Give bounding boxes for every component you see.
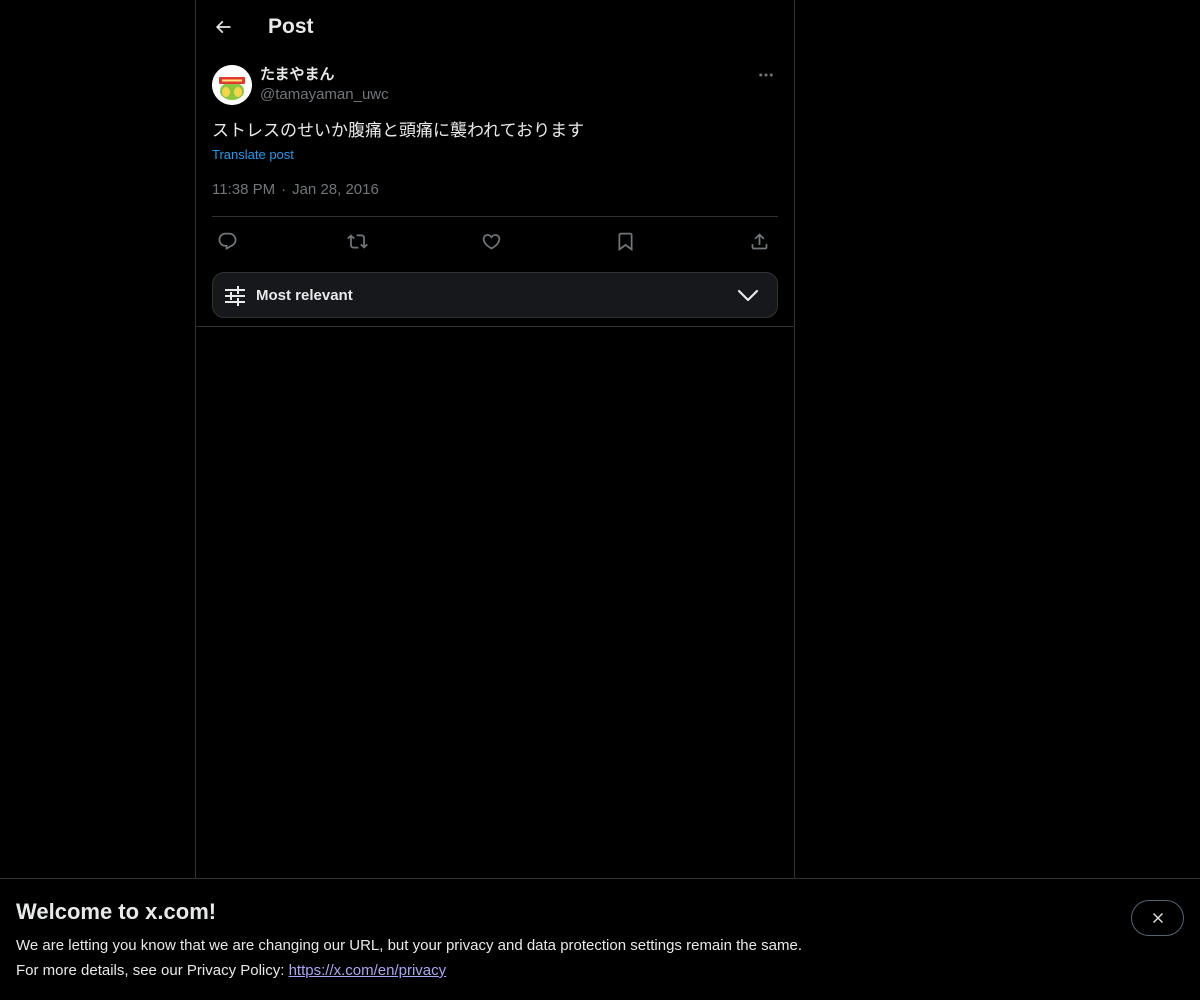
- author-name[interactable]: たまやまん: [260, 64, 335, 86]
- avatar[interactable]: [212, 65, 252, 105]
- meta-separator: ·: [281, 181, 287, 198]
- sort-replies-dropdown[interactable]: Most relevant: [212, 272, 778, 318]
- welcome-banner: Welcome to x.com! We are letting you kno…: [0, 878, 1200, 1000]
- section-divider: [196, 326, 794, 327]
- repost-icon: [346, 233, 368, 249]
- author-handle[interactable]: @tamayaman_uwc: [260, 85, 389, 105]
- top-bar: Post: [196, 0, 794, 54]
- banner-close-button[interactable]: [1131, 900, 1184, 936]
- more-button[interactable]: [754, 64, 778, 86]
- back-button[interactable]: [206, 10, 240, 44]
- action-bar: [212, 226, 778, 256]
- repost-button[interactable]: [342, 226, 372, 256]
- sort-label: Most relevant: [256, 287, 353, 304]
- post-date[interactable]: Jan 28, 2016: [292, 181, 379, 198]
- avatar-image: [212, 65, 252, 105]
- heart-icon: [482, 233, 500, 250]
- banner-policy-prefix: For more details, see our Privacy Policy…: [16, 962, 289, 979]
- share-button[interactable]: [744, 226, 774, 256]
- bookmark-icon: [618, 232, 632, 251]
- page-title: Post: [268, 15, 314, 38]
- like-button[interactable]: [476, 226, 506, 256]
- translate-post-link[interactable]: Translate post: [212, 146, 294, 164]
- main-column: Post たまやまん @tamayaman_uwc ストレスのせいか腹痛と頭痛に…: [195, 0, 795, 1000]
- close-icon: [1152, 913, 1163, 923]
- privacy-policy-link[interactable]: https://x.com/en/privacy: [289, 962, 447, 979]
- reply-icon: [218, 232, 236, 250]
- post-meta: 11:38 PM · Jan 28, 2016: [212, 180, 379, 200]
- chevron-down-icon: [737, 289, 759, 302]
- divider: [212, 216, 778, 217]
- post-time[interactable]: 11:38 PM: [212, 181, 275, 198]
- banner-title: Welcome to x.com!: [16, 899, 217, 924]
- banner-policy-line: For more details, see our Privacy Policy…: [16, 961, 446, 981]
- banner-message: We are letting you know that we are chan…: [16, 937, 802, 954]
- arrow-left-icon: [215, 20, 231, 34]
- reply-button[interactable]: [212, 226, 242, 256]
- bookmark-button[interactable]: [610, 226, 640, 256]
- share-icon: [751, 232, 767, 249]
- ellipsis-icon: [759, 73, 773, 77]
- sliders-icon: [225, 286, 245, 306]
- post-text: ストレスのせいか腹痛と頭痛に襲われております: [212, 121, 585, 140]
